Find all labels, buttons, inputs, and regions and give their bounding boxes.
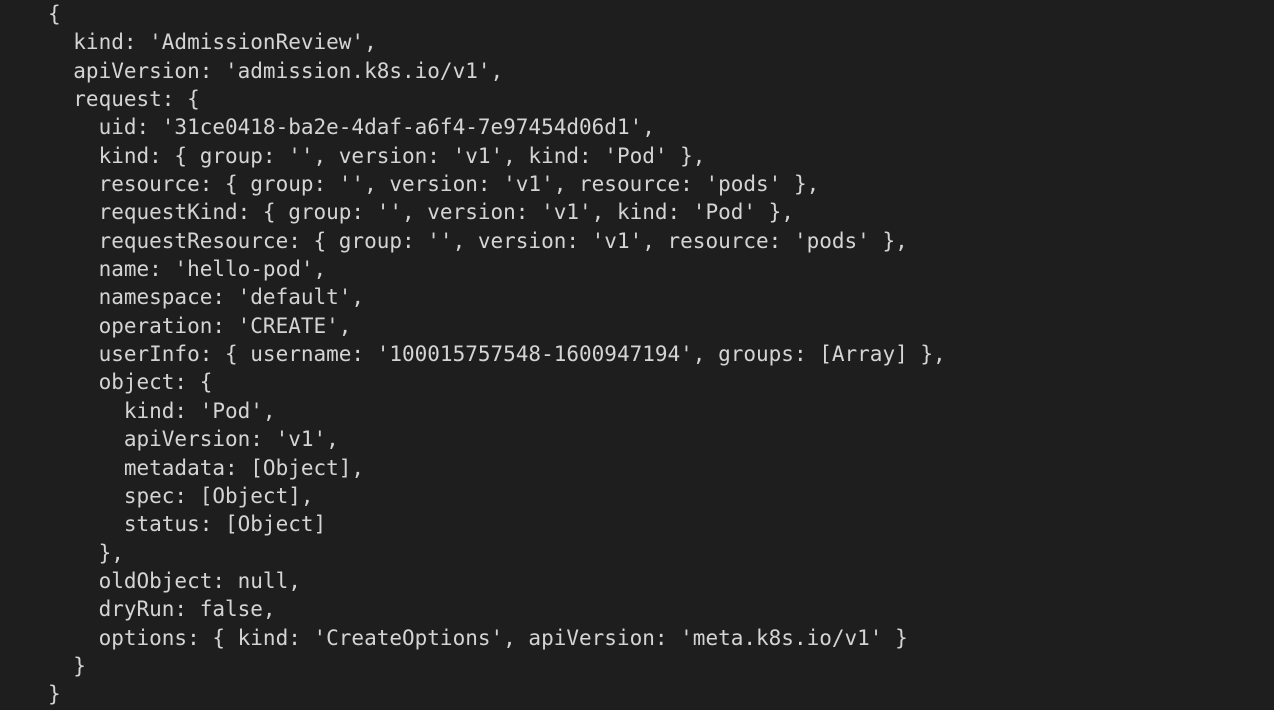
code-line: resource: { group: '', version: 'v1', re… xyxy=(48,170,1274,198)
code-line: operation: 'CREATE', xyxy=(48,312,1274,340)
code-line: spec: [Object], xyxy=(48,482,1274,510)
code-line: dryRun: false, xyxy=(48,595,1274,623)
code-line: apiVersion: 'v1', xyxy=(48,425,1274,453)
code-line: kind: 'Pod', xyxy=(48,397,1274,425)
terminal-output: { kind: 'AdmissionReview', apiVersion: '… xyxy=(0,0,1274,709)
code-line: request: { xyxy=(48,85,1274,113)
code-line: } xyxy=(48,652,1274,680)
code-line: name: 'hello-pod', xyxy=(48,255,1274,283)
code-line: }, xyxy=(48,539,1274,567)
code-line: metadata: [Object], xyxy=(48,454,1274,482)
code-line: requestKind: { group: '', version: 'v1',… xyxy=(48,198,1274,226)
code-line: uid: '31ce0418-ba2e-4daf-a6f4-7e97454d06… xyxy=(48,113,1274,141)
code-line: requestResource: { group: '', version: '… xyxy=(48,227,1274,255)
code-line: { xyxy=(48,0,1274,28)
code-line: oldObject: null, xyxy=(48,567,1274,595)
code-line: } xyxy=(48,680,1274,708)
code-line: kind: { group: '', version: 'v1', kind: … xyxy=(48,142,1274,170)
code-line: object: { xyxy=(48,368,1274,396)
code-line: status: [Object] xyxy=(48,510,1274,538)
code-line: apiVersion: 'admission.k8s.io/v1', xyxy=(48,57,1274,85)
code-line: options: { kind: 'CreateOptions', apiVer… xyxy=(48,624,1274,652)
code-line: kind: 'AdmissionReview', xyxy=(48,28,1274,56)
code-line: userInfo: { username: '100015757548-1600… xyxy=(48,340,1274,368)
code-line: namespace: 'default', xyxy=(48,283,1274,311)
